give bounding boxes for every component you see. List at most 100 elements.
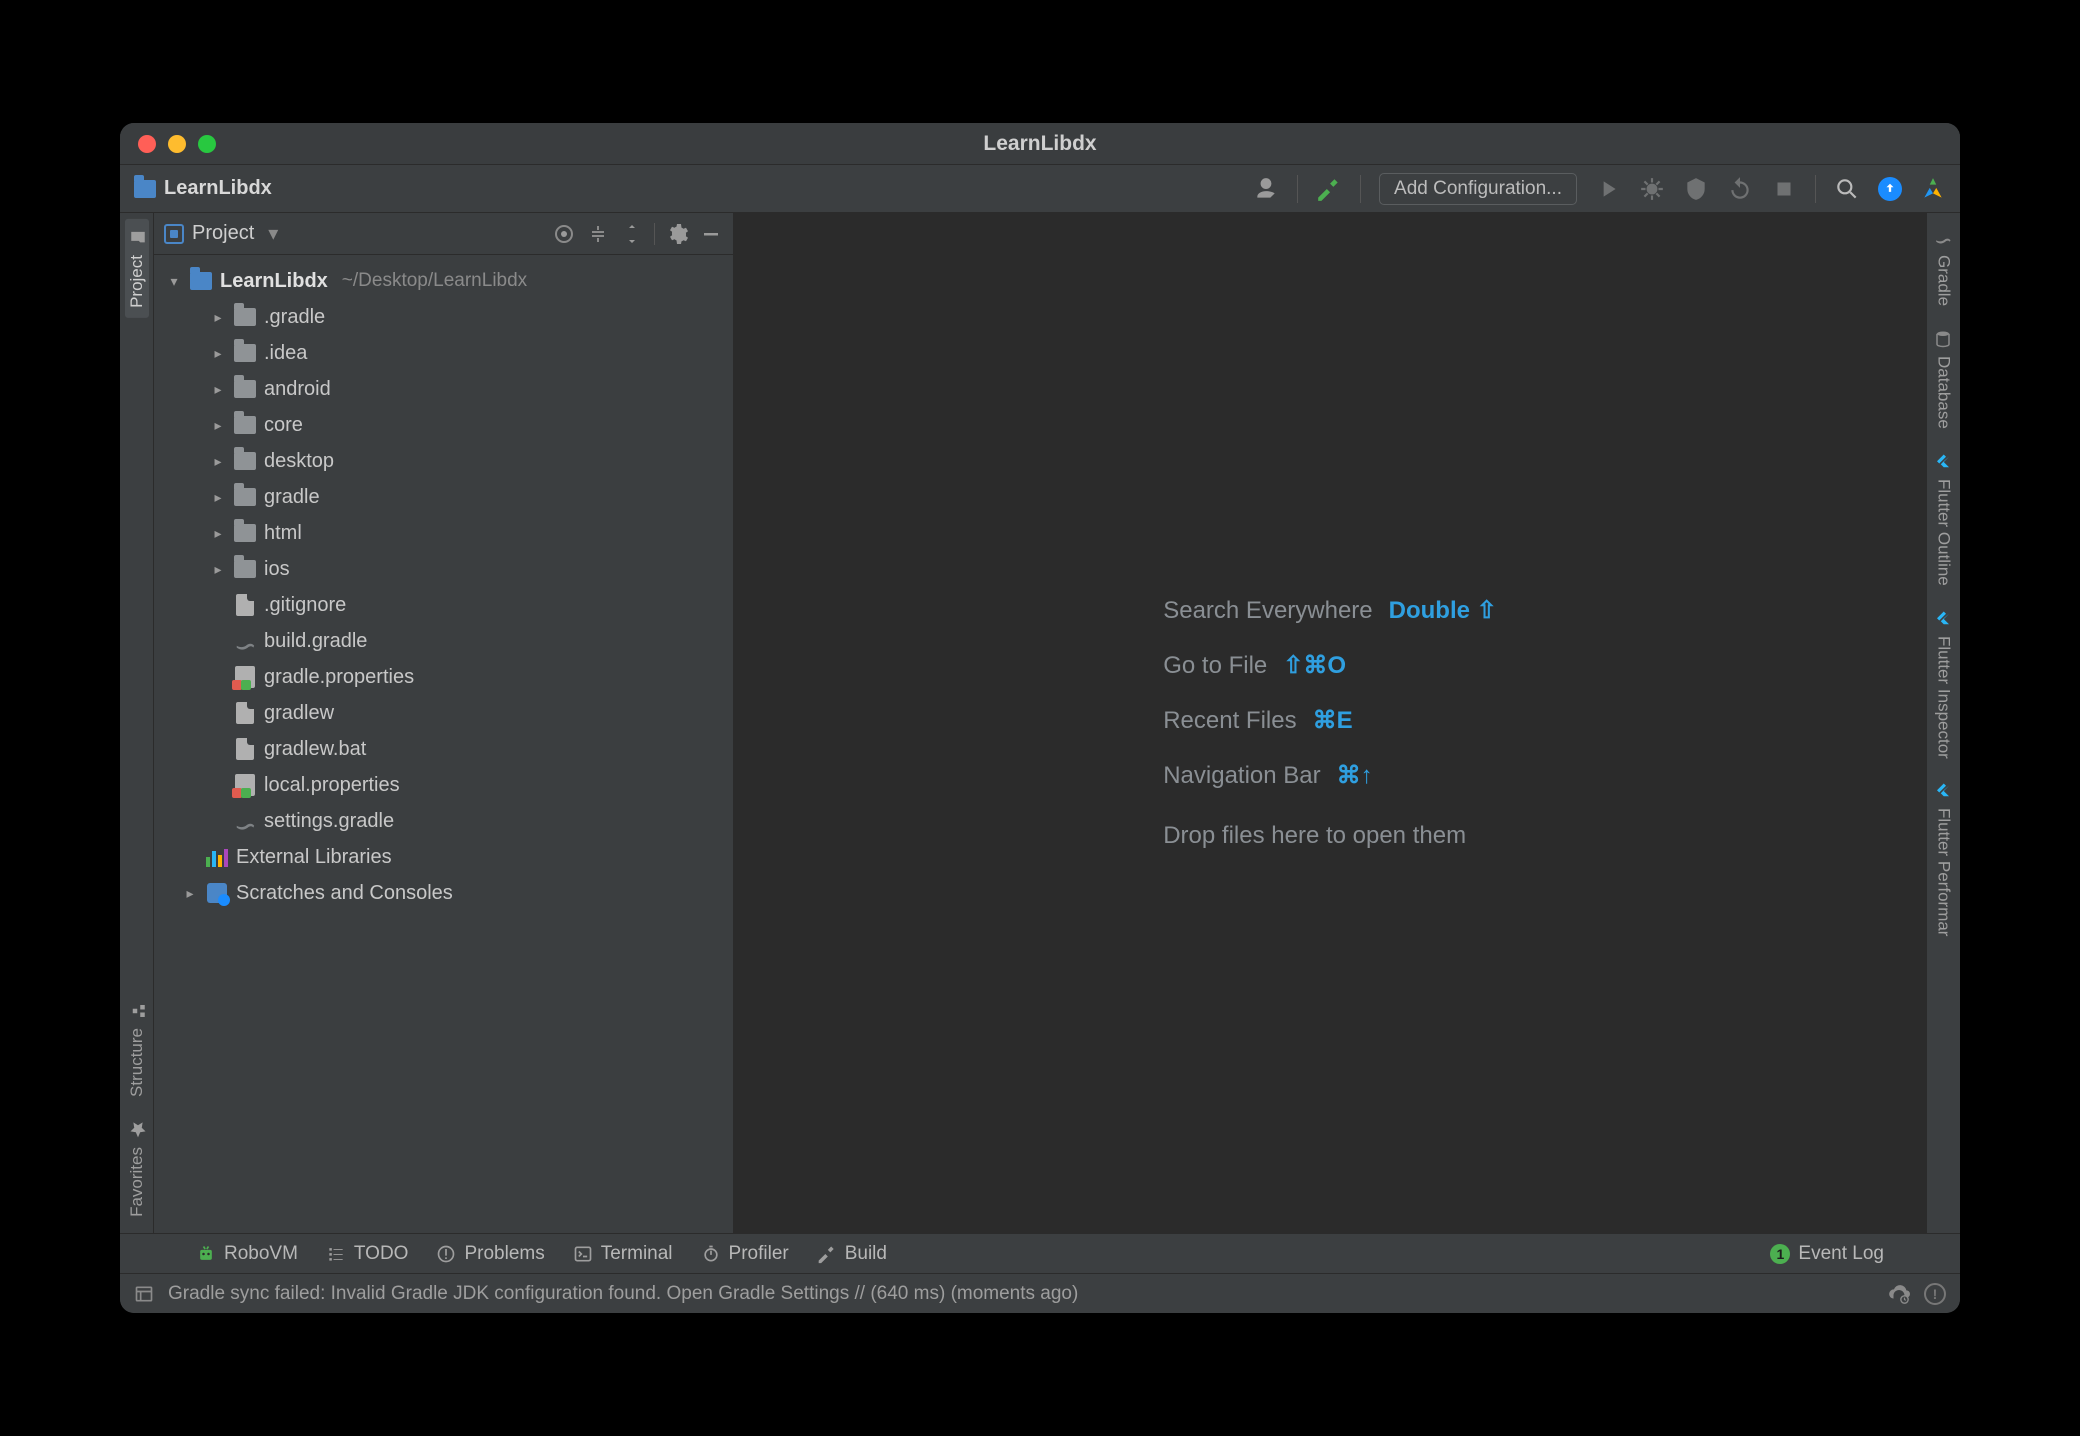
update-available-icon[interactable]: [1878, 177, 1902, 201]
tree-file[interactable]: ▸ gradlew: [160, 695, 733, 731]
scratches-icon: [207, 883, 227, 903]
tool-todo[interactable]: TODO: [326, 1243, 409, 1265]
run-icon[interactable]: [1595, 176, 1621, 202]
tree-label: local.properties: [264, 771, 400, 799]
tree-label: build.gradle: [264, 627, 367, 655]
tree-file[interactable]: ▸ build.gradle: [160, 623, 733, 659]
rerun-icon[interactable]: [1727, 176, 1753, 202]
chevron-right-icon[interactable]: ▸: [210, 339, 226, 367]
chevron-right-icon[interactable]: ▸: [182, 879, 198, 907]
tree-folder[interactable]: ▸ core: [160, 407, 733, 443]
tree-root[interactable]: ▾ LearnLibdx ~/Desktop/LearnLibdx: [160, 263, 733, 299]
rail-label: Structure: [127, 1028, 147, 1097]
rail-flutter-performance[interactable]: Flutter Performar: [1932, 772, 1956, 946]
window-minimize-icon[interactable]: [168, 135, 186, 153]
tree-file[interactable]: ▸ gradle.properties: [160, 659, 733, 695]
tree-folder[interactable]: ▸ .idea: [160, 335, 733, 371]
ide-logo-icon[interactable]: [1920, 176, 1946, 202]
chevron-right-icon[interactable]: ▸: [210, 483, 226, 511]
coverage-icon[interactable]: [1683, 176, 1709, 202]
tree-file[interactable]: ▸ .gitignore: [160, 587, 733, 623]
project-view-label: Project: [192, 222, 254, 245]
tree-label: ios: [264, 555, 290, 583]
tree-folder[interactable]: ▸ ios: [160, 551, 733, 587]
tree-folder[interactable]: ▸ android: [160, 371, 733, 407]
rail-project[interactable]: Project: [125, 219, 149, 318]
hint-go-to-file: Go to File ⇧⌘O: [1163, 651, 1346, 680]
hammer-icon[interactable]: [1316, 176, 1342, 202]
tree-label: .gradle: [264, 303, 325, 331]
tree-folder[interactable]: ▸ .gradle: [160, 299, 733, 335]
user-icon[interactable]: [1253, 176, 1279, 202]
event-log-badge: 1: [1770, 1244, 1790, 1264]
tool-terminal[interactable]: Terminal: [573, 1243, 673, 1265]
collapse-all-icon[interactable]: [620, 222, 644, 246]
flutter-icon: [1935, 782, 1953, 800]
rail-favorites[interactable]: Favorites: [125, 1111, 149, 1227]
folder-icon: [234, 488, 256, 506]
window-zoom-icon[interactable]: [198, 135, 216, 153]
tool-label: RoboVM: [224, 1243, 298, 1265]
hint-drop-files: Drop files here to open them: [1163, 822, 1466, 850]
tree-folder[interactable]: ▸ html: [160, 515, 733, 551]
memory-indicator-icon[interactable]: !: [1924, 1283, 1946, 1305]
hint-label: Recent Files: [1163, 707, 1296, 735]
hint-label: Navigation Bar: [1163, 762, 1320, 790]
tree-file[interactable]: ▸ settings.gradle: [160, 803, 733, 839]
tool-problems[interactable]: Problems: [436, 1243, 544, 1265]
hint-shortcut: ⇧⌘O: [1283, 651, 1346, 680]
chevron-right-icon[interactable]: ▸: [210, 411, 226, 439]
rail-database[interactable]: Database: [1932, 320, 1956, 439]
background-tasks-icon[interactable]: [1888, 1283, 1910, 1305]
tree-folder[interactable]: ▸ gradle: [160, 479, 733, 515]
tool-build[interactable]: Build: [817, 1243, 887, 1265]
select-opened-file-icon[interactable]: [552, 222, 576, 246]
tool-profiler[interactable]: Profiler: [701, 1243, 789, 1265]
rail-structure[interactable]: Structure: [125, 992, 149, 1107]
chevron-right-icon[interactable]: ▸: [210, 303, 226, 331]
tree-scratches[interactable]: ▸ Scratches and Consoles: [160, 875, 733, 911]
titlebar: LearnLibdx: [120, 123, 1960, 165]
chevron-right-icon[interactable]: ▸: [210, 555, 226, 583]
chevron-right-icon[interactable]: ▸: [210, 447, 226, 475]
search-icon[interactable]: [1834, 176, 1860, 202]
tool-label: TODO: [354, 1243, 409, 1265]
tree-label: Scratches and Consoles: [236, 879, 453, 907]
gear-icon[interactable]: [665, 222, 689, 246]
project-tree[interactable]: ▾ LearnLibdx ~/Desktop/LearnLibdx ▸ .gra…: [154, 255, 733, 1233]
separator: [1815, 175, 1816, 203]
debug-icon[interactable]: [1639, 176, 1665, 202]
tree-file[interactable]: ▸ local.properties: [160, 767, 733, 803]
tree-file[interactable]: ▸ gradlew.bat: [160, 731, 733, 767]
rail-label: Database: [1934, 356, 1954, 429]
project-icon: [164, 224, 184, 244]
chevron-right-icon[interactable]: ▸: [210, 519, 226, 547]
tree-external-libraries[interactable]: ▸ External Libraries: [160, 839, 733, 875]
rail-flutter-outline[interactable]: Flutter Outline: [1932, 443, 1956, 596]
stop-icon[interactable]: [1771, 176, 1797, 202]
window-close-icon[interactable]: [138, 135, 156, 153]
hint-shortcut: Double ⇧: [1389, 596, 1497, 625]
expand-all-icon[interactable]: [586, 222, 610, 246]
status-message[interactable]: Gradle sync failed: Invalid Gradle JDK c…: [168, 1283, 1078, 1305]
tool-label: Event Log: [1798, 1243, 1884, 1265]
project-view-selector[interactable]: Project: [164, 221, 278, 246]
libraries-icon: [206, 847, 228, 867]
tool-label: Profiler: [729, 1243, 789, 1265]
rail-gradle[interactable]: Gradle: [1932, 219, 1956, 316]
navigation-toolbar: LearnLibdx Add Configuration...: [120, 165, 1960, 213]
chevron-down-icon[interactable]: ▾: [166, 267, 182, 295]
tree-root-path: ~/Desktop/LearnLibdx: [342, 267, 527, 295]
chevron-right-icon[interactable]: ▸: [210, 375, 226, 403]
status-show-tool-windows-icon[interactable]: [134, 1284, 154, 1304]
editor-empty-state: Search Everywhere Double ⇧ Go to File ⇧⌘…: [734, 213, 1926, 1233]
tree-folder[interactable]: ▸ desktop: [160, 443, 733, 479]
hint-shortcut: ⌘↑: [1337, 761, 1373, 790]
tool-event-log[interactable]: 1 Event Log: [1770, 1243, 1884, 1265]
tool-robovm[interactable]: RoboVM: [196, 1243, 298, 1265]
tree-root-label: LearnLibdx: [220, 267, 328, 295]
add-configuration-button[interactable]: Add Configuration...: [1379, 173, 1577, 205]
rail-flutter-inspector[interactable]: Flutter Inspector: [1932, 600, 1956, 769]
hide-panel-icon[interactable]: [699, 222, 723, 246]
breadcrumb[interactable]: LearnLibdx: [134, 177, 272, 200]
